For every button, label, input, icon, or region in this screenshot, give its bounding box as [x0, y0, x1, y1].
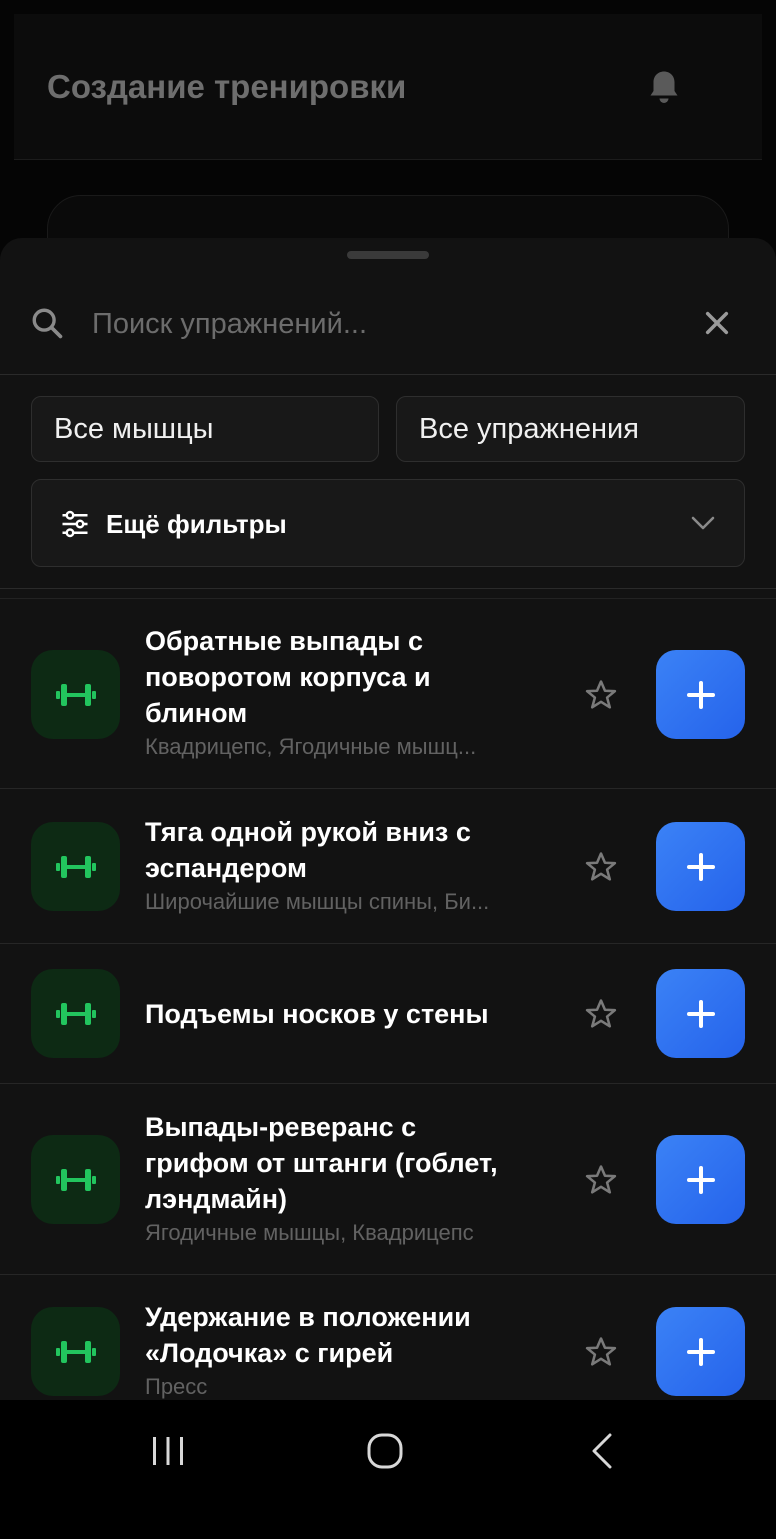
more-filters-button[interactable]: Ещё фильтры	[31, 479, 745, 567]
dumbbell-icon	[31, 1135, 120, 1224]
muscle-filter-button[interactable]: Все мышцы	[31, 396, 379, 462]
search-bar	[0, 280, 776, 375]
exercise-text: Обратные выпады с поворотом корпуса и бл…	[145, 623, 545, 762]
divider	[0, 588, 776, 589]
sheet-drag-handle[interactable]	[347, 251, 429, 259]
exercise-type-filter-button[interactable]: Все упражнения	[396, 396, 745, 462]
exercise-list: Обратные выпады с поворотом корпуса и бл…	[0, 599, 776, 1400]
exercise-name: Удержание в положении «Лодочка» с гирей	[145, 1302, 471, 1368]
exercise-name: Выпады-реверанс с грифом от штанги (гобл…	[145, 1112, 498, 1214]
exercise-text: Тяга одной рукой вниз с эспандером Широч…	[145, 814, 545, 917]
add-exercise-button[interactable]	[656, 1135, 745, 1224]
add-exercise-button[interactable]	[656, 822, 745, 911]
list-item[interactable]: Удержание в положении «Лодочка» с гирей …	[0, 1275, 776, 1400]
dumbbell-icon	[31, 1307, 120, 1396]
exercise-name: Обратные выпады с поворотом корпуса и бл…	[145, 626, 431, 728]
list-item[interactable]: Подъемы носков у стены	[0, 944, 776, 1084]
more-filters-label: Ещё фильтры	[106, 509, 287, 539]
star-icon[interactable]	[584, 1163, 618, 1197]
exercise-name: Тяга одной рукой вниз с эспандером	[145, 817, 471, 883]
list-item[interactable]: Тяга одной рукой вниз с эспандером Широч…	[0, 789, 776, 944]
exercise-name: Подъемы носков у стены	[145, 999, 489, 1029]
dumbbell-icon	[31, 650, 120, 739]
system-navigation-bar	[0, 1400, 776, 1539]
list-item[interactable]: Обратные выпады с поворотом корпуса и бл…	[0, 599, 776, 789]
plus-icon	[686, 852, 715, 881]
exercise-text: Подъемы носков у стены	[145, 996, 545, 1032]
recent-apps-icon[interactable]	[150, 1436, 186, 1466]
exercise-text: Удержание в положении «Лодочка» с гирей …	[145, 1299, 545, 1400]
sliders-icon	[62, 510, 88, 538]
star-icon[interactable]	[584, 997, 618, 1031]
exercise-muscles: Широчайшие мышцы спины, Би...	[145, 889, 490, 914]
exercise-muscles: Пресс	[145, 1374, 208, 1399]
plus-icon	[686, 999, 715, 1028]
search-icon	[32, 308, 63, 339]
bell-icon	[650, 71, 678, 103]
star-icon[interactable]	[584, 1335, 618, 1369]
add-exercise-button[interactable]	[656, 969, 745, 1058]
chevron-down-icon	[691, 516, 715, 530]
back-icon[interactable]	[590, 1433, 616, 1469]
exercise-muscles: Квадрицепс, Ягодичные мышц...	[145, 734, 477, 759]
background-title: Создание тренировки	[47, 68, 407, 105]
add-exercise-button[interactable]	[656, 650, 745, 739]
exercise-muscles: Ягодичные мышцы, Квадрицепс	[145, 1220, 474, 1245]
plus-icon	[686, 1165, 715, 1194]
home-icon[interactable]	[367, 1433, 403, 1469]
dumbbell-icon	[31, 969, 120, 1058]
search-input[interactable]	[92, 304, 672, 344]
star-icon[interactable]	[584, 678, 618, 712]
background-screen: Создание тренировки	[0, 0, 776, 275]
add-exercise-button[interactable]	[656, 1307, 745, 1396]
exercise-text: Выпады-реверанс с грифом от штанги (гобл…	[145, 1109, 545, 1248]
star-icon[interactable]	[584, 850, 618, 884]
plus-icon	[686, 1337, 715, 1366]
dumbbell-icon	[31, 822, 120, 911]
exercise-picker-sheet: Все мышцы Все упражнения Ещё фильтры Обр…	[0, 238, 776, 1400]
close-icon[interactable]	[703, 309, 731, 337]
list-item[interactable]: Выпады-реверанс с грифом от штанги (гобл…	[0, 1084, 776, 1275]
plus-icon	[686, 680, 715, 709]
